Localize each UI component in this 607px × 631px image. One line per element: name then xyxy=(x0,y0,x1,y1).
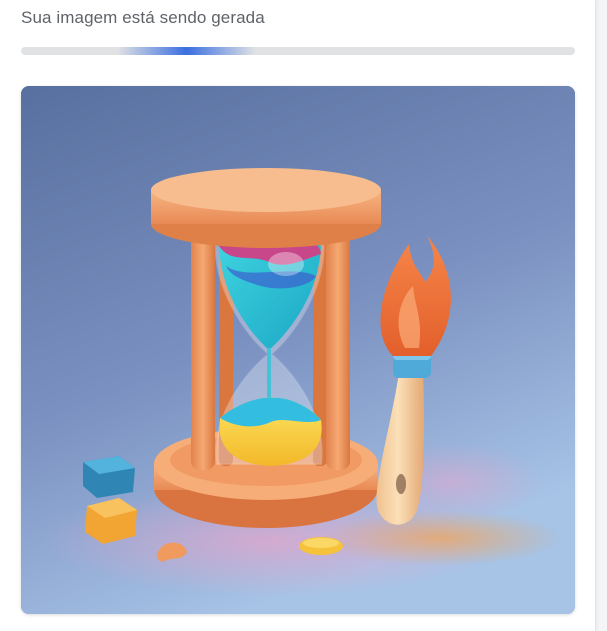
generated-image-preview[interactable] xyxy=(21,86,575,614)
generation-status-text: Sua imagem está sendo gerada xyxy=(21,8,265,27)
generation-panel: Sua imagem está sendo gerada xyxy=(0,0,596,631)
generation-progress-bar xyxy=(21,47,575,55)
hourglass-illustration xyxy=(21,86,575,614)
progress-indicator xyxy=(117,47,256,55)
